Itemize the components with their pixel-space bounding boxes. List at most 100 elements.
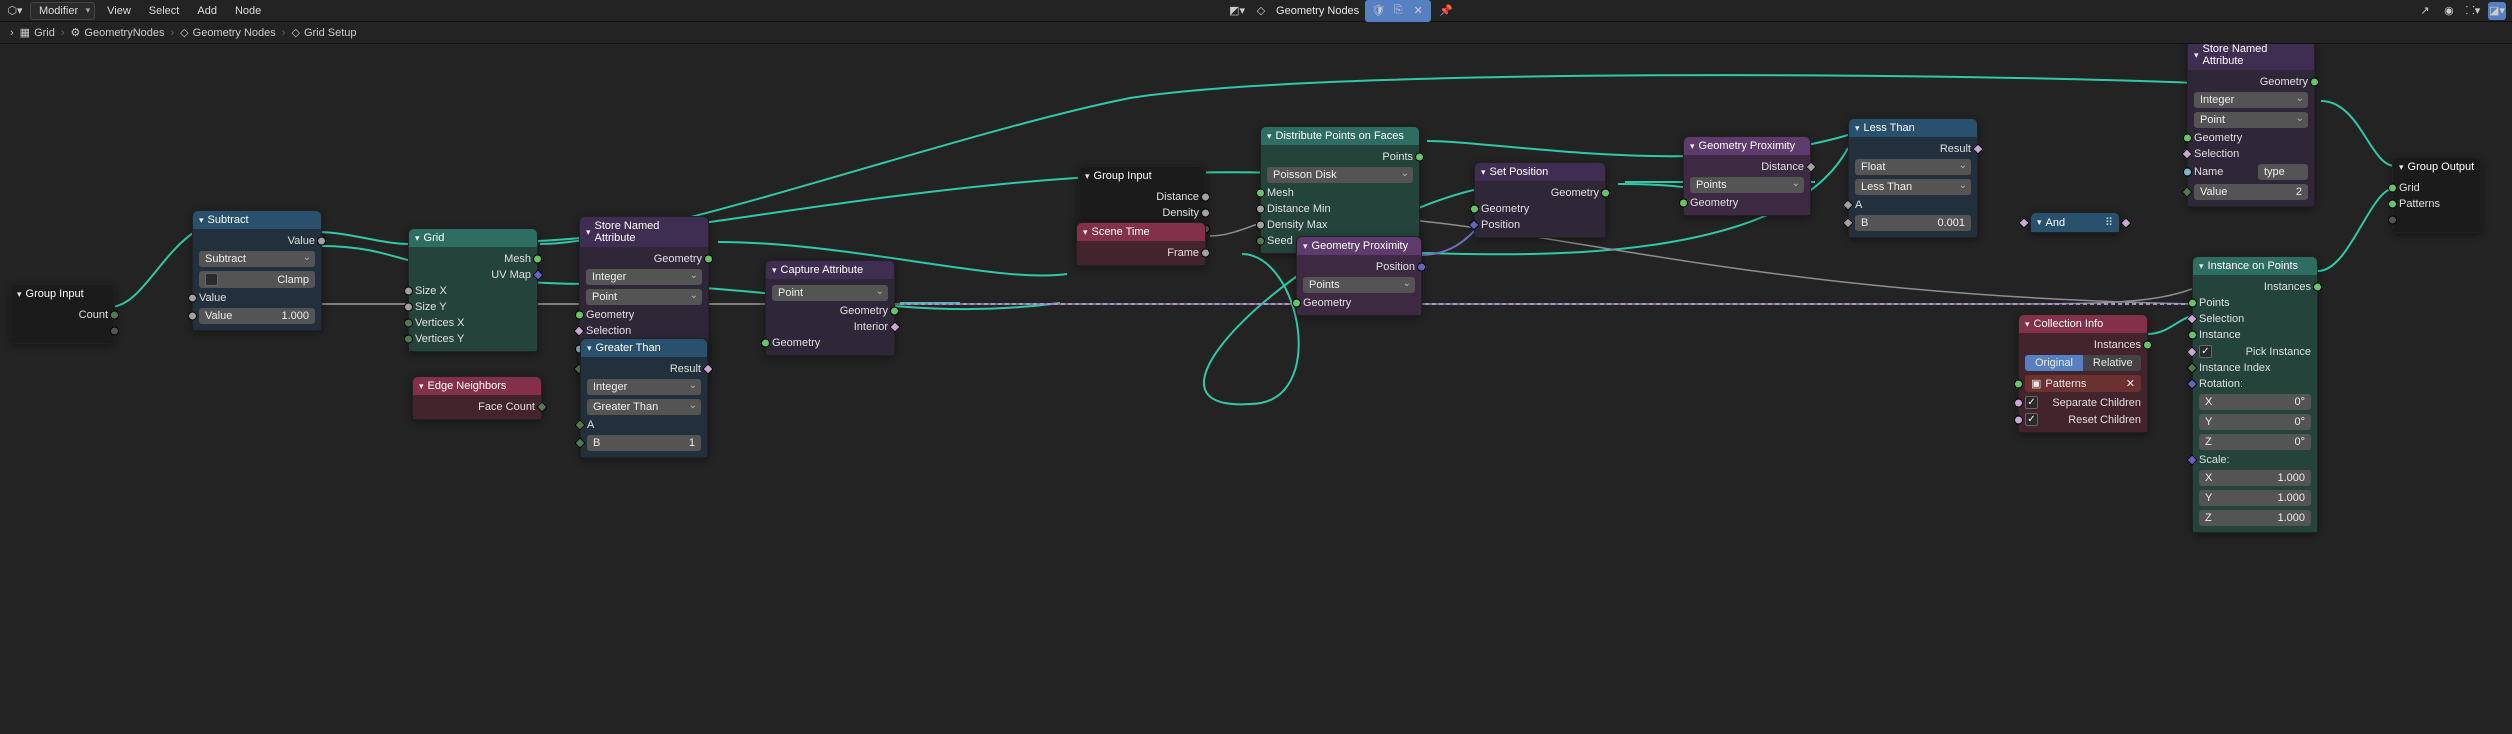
rot-x-field[interactable]: X0° (2199, 394, 2311, 410)
rot-z-field[interactable]: Z0° (2199, 434, 2311, 450)
crumb-grid-setup[interactable]: ◇ Grid Setup (291, 26, 356, 39)
socket-in[interactable] (2183, 134, 2192, 143)
socket-out[interactable] (1417, 263, 1426, 272)
socket-in[interactable] (2388, 200, 2397, 209)
socket-out[interactable] (889, 321, 900, 332)
unlink-icon[interactable]: ✕ (1409, 2, 1427, 20)
pick-instance-checkbox[interactable] (2199, 345, 2212, 358)
node-header[interactable]: ▾Group Output (2393, 158, 2481, 176)
space-toggle[interactable]: OriginalRelative (2025, 355, 2141, 371)
socket-in[interactable] (1842, 199, 1853, 210)
mode-dropdown[interactable]: Less Than (1855, 179, 1971, 195)
node-less-than[interactable]: ▾Less Than Result Float Less Than A B0.0… (1848, 118, 1978, 238)
shield-icon[interactable]: 🛡 (1369, 2, 1387, 20)
crumb-expand[interactable]: › (10, 27, 14, 39)
sep-children-checkbox[interactable] (2025, 396, 2038, 409)
socket-in[interactable] (575, 311, 584, 320)
menu-view[interactable]: View (101, 3, 137, 19)
socket-in[interactable] (2186, 454, 2197, 465)
node-header[interactable]: ▾And⠿ (2031, 213, 2119, 232)
socket-in[interactable] (574, 419, 585, 430)
socket-out[interactable] (2313, 283, 2322, 292)
socket-out[interactable] (110, 311, 119, 320)
socket-out[interactable] (317, 237, 326, 246)
socket-out[interactable] (2310, 78, 2319, 87)
socket-in[interactable] (1256, 205, 1265, 214)
socket-in[interactable] (1292, 299, 1301, 308)
rot-y-field[interactable]: Y0° (2199, 414, 2311, 430)
socket-in[interactable] (2186, 362, 2197, 373)
b-field[interactable]: B1 (587, 435, 701, 451)
socket-in[interactable] (2018, 217, 2029, 228)
socket-in[interactable] (2188, 331, 2197, 340)
socket-in[interactable] (1256, 237, 1265, 246)
mode-dropdown[interactable]: Greater Than (587, 399, 701, 415)
crumb-geometrynodes-tree[interactable]: ◇ Geometry Nodes (180, 26, 276, 39)
domain-dropdown[interactable]: Point (772, 285, 888, 301)
node-header[interactable]: ▾Less Than (1849, 119, 1977, 137)
socket-out[interactable] (2120, 217, 2131, 228)
object-icon[interactable]: ◩▾ (1228, 2, 1246, 20)
node-header[interactable]: ▾Greater Than (581, 339, 707, 357)
mode-dropdown[interactable]: Points (1690, 177, 1804, 193)
value-field[interactable]: Value2 (2194, 184, 2308, 200)
socket-out[interactable] (704, 255, 713, 264)
socket-in[interactable] (2188, 299, 2197, 308)
menu-add[interactable]: Add (191, 3, 223, 19)
datatype-dropdown[interactable]: Integer (586, 269, 702, 285)
socket-in[interactable] (1256, 221, 1265, 230)
socket-in[interactable] (2186, 313, 2197, 324)
clamp-checkbox[interactable]: Clamp (199, 271, 315, 288)
socket-in[interactable] (404, 287, 413, 296)
socket-in[interactable] (404, 319, 413, 328)
node-header[interactable]: ▾Collection Info (2019, 315, 2147, 333)
socket-out[interactable] (890, 307, 899, 316)
node-group-output[interactable]: ▾Group Output Grid Patterns (2392, 157, 2482, 233)
node-header[interactable]: ▾Store Named Attribute (2188, 44, 2314, 70)
socket-out[interactable] (536, 401, 547, 412)
datatype-dropdown[interactable]: Float (1855, 159, 1971, 175)
socket-in[interactable] (2181, 186, 2192, 197)
socket-out[interactable] (1601, 189, 1610, 198)
socket-in[interactable] (2388, 184, 2397, 193)
socket-in[interactable] (404, 303, 413, 312)
crumb-grid[interactable]: ▦ Grid (20, 26, 55, 39)
socket-in-blank[interactable] (2388, 216, 2397, 225)
node-header[interactable]: ▾Distribute Points on Faces (1261, 127, 1419, 145)
node-collection-info[interactable]: ▾Collection Info Instances OriginalRelat… (2018, 314, 2148, 433)
editor-type-icon[interactable]: ⬡▾ (6, 2, 24, 20)
node-header[interactable]: ▾Instance on Points (2193, 257, 2317, 275)
socket-out[interactable] (533, 255, 542, 264)
socket-in[interactable] (1842, 217, 1853, 228)
socket-out[interactable] (1415, 153, 1424, 162)
socket-out[interactable] (1201, 249, 1210, 258)
arrow-icon[interactable]: ↗ (2416, 2, 2434, 20)
socket-in[interactable] (188, 312, 197, 321)
pin-icon[interactable]: 📌 (1437, 2, 1455, 20)
reset-children-checkbox[interactable] (2025, 413, 2038, 426)
socket-out[interactable] (532, 269, 543, 280)
mode-dropdown[interactable]: Poisson Disk (1267, 167, 1413, 183)
node-set-position[interactable]: ▾Set Position Geometry Geometry Position (1474, 162, 1606, 238)
collection-field[interactable]: ▣Patterns✕ (2025, 375, 2141, 392)
modifier-dropdown[interactable]: Modifier (30, 2, 95, 20)
overlay-icon[interactable]: ◉ (2440, 2, 2458, 20)
socket-in[interactable] (2014, 415, 2023, 424)
node-edge-neighbors[interactable]: ▾Edge Neighbors Face Count (412, 376, 542, 420)
socket-in[interactable] (574, 437, 585, 448)
socket-out[interactable] (1972, 143, 1983, 154)
node-geometry-proximity-2[interactable]: ▾Geometry Proximity Position Points Geom… (1296, 236, 1422, 316)
node-group-input[interactable]: ▾Group Input Count (10, 284, 115, 344)
socket-in[interactable] (2181, 148, 2192, 159)
socket-in[interactable] (2186, 378, 2197, 389)
snap-icon[interactable]: ⸬▾ (2464, 2, 2482, 20)
node-header[interactable]: ▾Grid (409, 229, 537, 247)
socket-in[interactable] (761, 339, 770, 348)
socket-out[interactable] (2143, 341, 2152, 350)
domain-dropdown[interactable]: Point (2194, 112, 2308, 128)
node-instance-on-points[interactable]: ▾Instance on Points Instances Points Sel… (2192, 256, 2318, 533)
socket-out[interactable] (1201, 209, 1210, 218)
math-mode-dropdown[interactable]: Subtract (199, 251, 315, 267)
mode-dropdown[interactable]: Points (1303, 277, 1415, 293)
socket-out[interactable] (702, 363, 713, 374)
